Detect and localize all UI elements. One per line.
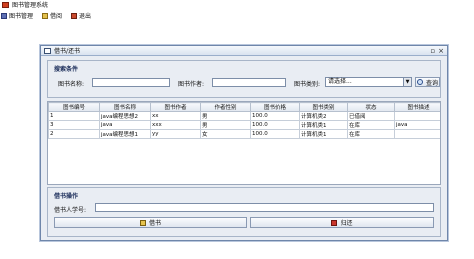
table-cell: yy [150,129,201,139]
menu-item-borrow[interactable]: 借阅 [42,11,62,20]
borrower-id-label: 借书人学号: [54,207,87,214]
book-name-input[interactable] [92,78,170,87]
table-cell: 男 [200,120,251,130]
table-header-row: 图书编号 图书名称 图书作者 作者性别 图书价格 图书类别 状态 图书描述 [48,102,440,112]
borrow-icon [42,12,49,19]
table-cell: 100.0 [250,129,300,139]
book-table: 图书编号 图书名称 图书作者 作者性别 图书价格 图书类别 状态 图书描述 1 … [47,101,441,185]
table-cell: 3 [48,120,100,130]
book-type-selected: 请选择... [328,78,352,85]
app-logo-icon [2,1,9,8]
table-cell: 女 [200,129,251,139]
close-icon[interactable]: × [438,47,444,55]
app-titlebar: 图书管理系统 [0,0,474,9]
exit-icon [71,12,78,19]
search-group: 搜索条件 图书名称: 图书作者: 图书类别: 请选择... ▼ 查询 [47,60,441,98]
table-cell: java [394,120,440,130]
table-cell: java编程思想2 [99,111,151,121]
operation-group: 借书操作 借书人学号: 借书 归还 [47,187,441,237]
table-cell: xx [150,111,201,121]
borrow-button[interactable]: 借书 [54,217,247,228]
search-group-title: 搜索条件 [54,66,79,73]
search-button[interactable]: 查询 [415,77,440,87]
menu-item-book-management[interactable]: 图书管理 [1,11,33,20]
book-name-label: 图书名称: [58,81,85,88]
window-title: 借书/还书 [54,48,81,55]
table-cell: xxx [150,120,201,130]
book-author-label: 图书作者: [178,81,205,88]
table-header[interactable]: 图书类别 [299,102,348,112]
menu-label: 借阅 [50,13,63,20]
window-icon [44,47,51,54]
table-cell: 在库 [347,120,395,130]
table-row[interactable]: 1 java编程思想2 xx 男 100.0 计算机类2 已借阅 [48,111,440,121]
table-header[interactable]: 作者性别 [200,102,251,112]
borrow-icon [139,219,146,226]
table-cell: 2 [48,129,100,139]
book-icon [1,12,7,19]
table-cell: 计算机类2 [299,111,348,121]
table-cell: 100.0 [250,120,300,130]
table-cell: 计算机类1 [299,120,348,130]
book-type-label: 图书类别: [294,81,321,88]
app-title: 图书管理系统 [12,2,49,9]
table-cell: 100.0 [250,111,300,121]
menu-label: 退出 [79,13,92,20]
table-cell: 男 [200,111,251,121]
restore-icon[interactable]: ▫ [430,47,435,55]
table-cell: 在库 [347,129,395,139]
borrower-id-input[interactable] [95,203,434,212]
window-titlebar[interactable]: 借书/还书 ▫ × [41,46,447,56]
borrow-return-window: 借书/还书 ▫ × 搜索条件 图书名称: 图书作者: 图书类别: 请选择... … [40,45,448,241]
borrow-button-label: 借书 [148,220,161,227]
search-icon [416,79,423,85]
menu-label: 图书管理 [9,13,34,20]
book-type-select[interactable]: 请选择... ▼ [325,77,412,87]
table-cell [394,129,440,139]
return-icon [331,219,338,226]
table-row[interactable]: 2 java编程思想1 yy 女 100.0 计算机类1 在库 [48,129,440,139]
menubar: 图书管理 借阅 退出 [0,10,474,21]
table-cell: java编程思想1 [99,129,151,139]
chevron-down-icon[interactable]: ▼ [403,78,411,86]
table-header[interactable]: 图书价格 [250,102,300,112]
table-header[interactable]: 图书作者 [150,102,201,112]
table-row[interactable]: 3 java xxx 男 100.0 计算机类1 在库 java [48,120,440,130]
return-button-label: 归还 [340,220,353,227]
search-button-label: 查询 [425,79,438,87]
table-cell: java [99,120,151,130]
table-header[interactable]: 图书名称 [99,102,151,112]
table-cell: 1 [48,111,100,121]
operation-group-title: 借书操作 [54,193,79,200]
table-header[interactable]: 状态 [347,102,395,112]
table-header[interactable]: 图书描述 [394,102,440,112]
table-cell [394,111,440,121]
menu-item-exit[interactable]: 退出 [71,11,91,20]
book-author-input[interactable] [212,78,286,87]
table-cell: 计算机类1 [299,129,348,139]
table-header[interactable]: 图书编号 [48,102,100,112]
return-button[interactable]: 归还 [250,217,434,228]
table-cell: 已借阅 [347,111,395,121]
